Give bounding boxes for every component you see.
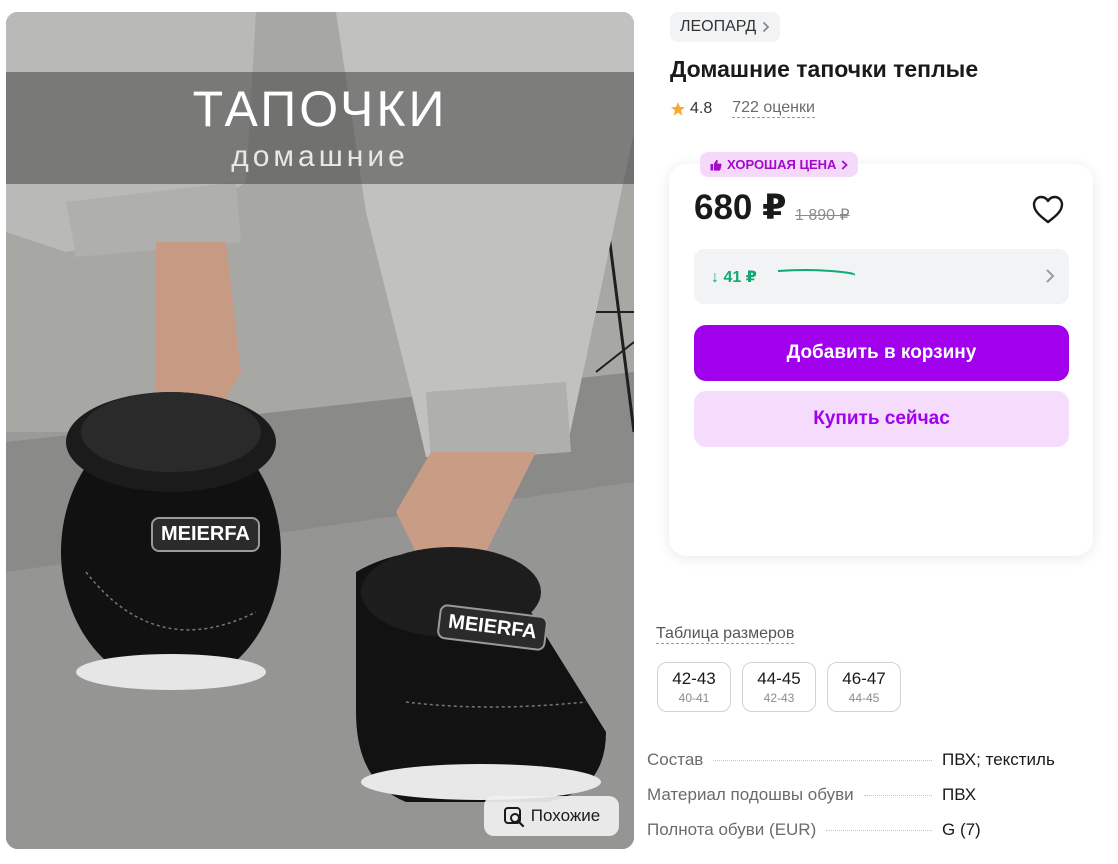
similar-label: Похожие — [530, 806, 601, 825]
spec-name: Полнота обуви (EUR) — [647, 820, 817, 839]
reviews-link[interactable]: 722 оценки — [732, 99, 815, 118]
size-option[interactable]: 42-43 40-41 — [657, 662, 731, 712]
rating: 4.8 722 оценки — [670, 99, 815, 118]
slipper-brand-tag: MEIERFA — [151, 517, 260, 552]
brand-name: ЛЕОПАРД — [680, 18, 757, 35]
banner-title: ТАПОЧКИ — [192, 81, 448, 137]
old-price: 1 890 ₽ — [795, 207, 850, 224]
product-title: Домашние тапочки теплые — [670, 56, 979, 82]
spec-leader — [863, 795, 932, 796]
spec-leader — [713, 760, 932, 761]
brand-link[interactable]: ЛЕОПАРД — [670, 12, 781, 42]
size-ru: 42-43 — [672, 669, 716, 688]
spec-list: Состав ПВХ; текстиль Материал подошвы об… — [647, 750, 1067, 855]
size-selector: 42-43 40-41 44-45 42-43 46-47 44-45 — [657, 662, 901, 712]
size-chart-link[interactable]: Таблица размеров — [656, 625, 795, 644]
spec-row: Материал подошвы обуви ПВХ — [647, 785, 1067, 820]
price-history-box[interactable]: ↓ 41 ₽ — [694, 249, 1069, 304]
good-price-label: ХОРОШАЯ ЦЕНА — [727, 157, 837, 172]
banner-subtitle: домашние — [231, 140, 409, 173]
thumbs-up-icon — [710, 159, 722, 171]
size-ru: 44-45 — [757, 669, 801, 688]
chevron-right-icon — [1046, 269, 1055, 283]
spec-name: Состав — [647, 750, 704, 769]
current-price: 680 ₽ — [694, 188, 787, 227]
size-eu: 44-45 — [848, 691, 880, 705]
chevron-right-icon — [763, 21, 770, 33]
rating-value: 4.8 — [690, 99, 713, 117]
price-drop-amount: ↓ 41 ₽ — [711, 269, 757, 286]
spec-value: ПВХ; текстиль — [942, 750, 1055, 769]
spec-value: G (7) — [942, 820, 981, 839]
size-eu: 40-41 — [678, 691, 710, 705]
spec-value: ПВХ — [942, 785, 977, 804]
spec-leader — [826, 830, 932, 831]
size-eu: 42-43 — [763, 691, 795, 705]
similar-button[interactable]: Похожие — [484, 796, 619, 836]
size-option[interactable]: 44-45 42-43 — [742, 662, 816, 712]
spec-row: Состав ПВХ; текстиль — [647, 750, 1067, 785]
price-trend-icon — [777, 269, 856, 276]
star-icon — [671, 101, 685, 116]
favorite-heart-icon[interactable] — [1031, 193, 1065, 227]
buy-now-button[interactable]: Купить сейчас — [694, 391, 1069, 447]
add-to-cart-button[interactable]: Добавить в корзину — [694, 325, 1069, 381]
product-photo[interactable]: ТАПОЧКИ домашние MEIERFA MEIERFA Похожие — [6, 12, 634, 849]
spec-row: Полнота обуви (EUR) G (7) — [647, 820, 1067, 855]
chevron-right-icon — [842, 159, 849, 170]
size-option[interactable]: 46-47 44-45 — [827, 662, 901, 712]
image-search-icon — [503, 807, 524, 827]
good-price-badge[interactable]: ХОРОШАЯ ЦЕНА — [700, 152, 859, 177]
size-ru: 46-47 — [842, 669, 886, 688]
spec-name: Материал подошвы обуви — [647, 785, 854, 804]
